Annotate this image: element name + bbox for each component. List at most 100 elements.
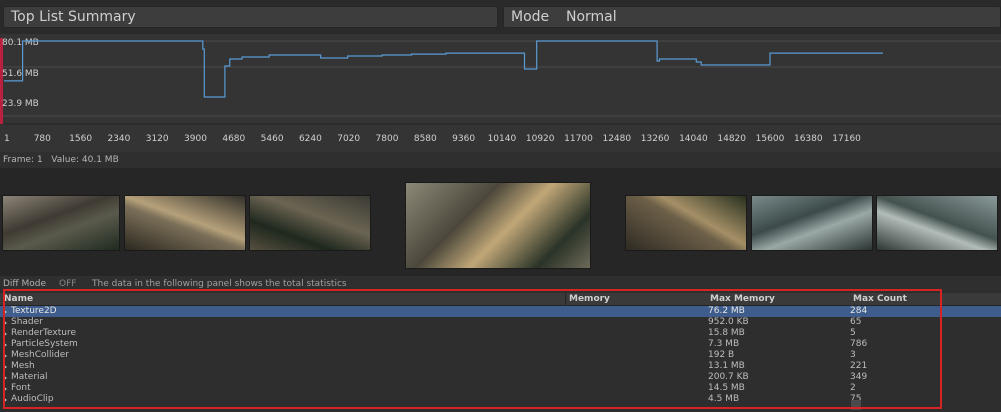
- row-max-memory: 952.0 KB: [708, 317, 749, 327]
- row-max-memory: 4.5 MB: [708, 394, 740, 404]
- mode-label: Mode: [511, 9, 550, 25]
- y-label-mid: 51.6 MB: [2, 69, 39, 79]
- row-name: Font: [11, 383, 31, 393]
- title-field[interactable]: Top List Summary: [3, 6, 498, 28]
- row-max-count: 786: [850, 339, 868, 349]
- row-max-memory: 192 B: [708, 350, 735, 360]
- row-max-memory: 15.8 MB: [708, 328, 745, 338]
- expand-arrow-icon[interactable]: [3, 364, 7, 370]
- column-header-max-count[interactable]: Max Count: [853, 293, 907, 305]
- column-header-name[interactable]: Name: [4, 293, 33, 305]
- screenshot-thumbnail[interactable]: [751, 195, 873, 251]
- column-header-memory[interactable]: Memory: [569, 293, 610, 305]
- x-tick-label: 15600: [756, 134, 785, 144]
- diff-mode-toggle[interactable]: OFF: [59, 279, 76, 289]
- row-max-count: 349: [850, 372, 868, 382]
- x-tick-label: 7020: [337, 134, 360, 144]
- expand-arrow-icon[interactable]: [3, 342, 7, 348]
- x-tick-label: 7800: [376, 134, 399, 144]
- row-max-count: 5: [850, 328, 856, 338]
- x-tick-label: 9360: [452, 134, 475, 144]
- memory-timeline-chart[interactable]: 80.1 MB 51.6 MB 23.9 MB 1 780 1560 2340 3120…: [0, 34, 1001, 152]
- y-label-min: 23.9 MB: [2, 99, 39, 109]
- mode-selector[interactable]: Mode Normal: [503, 6, 1001, 28]
- x-tick-label: 10920: [526, 134, 555, 144]
- row-name: MeshCollider: [11, 350, 69, 360]
- table-row[interactable]: Texture2D 76.2 MB 284: [0, 306, 1001, 317]
- row-name: Texture2D: [11, 306, 57, 316]
- x-axis-ticks: 1 780 1560 2340 3120 3900 4680 5460 6240 7020 7800…: [4, 134, 861, 144]
- table-row[interactable]: MeshCollider 192 B 3: [0, 350, 1001, 361]
- diff-note: The data in the following panel shows th…: [92, 279, 347, 289]
- x-tick-label: 4680: [222, 134, 245, 144]
- title-text: Top List Summary: [11, 9, 136, 25]
- table-row[interactable]: RenderTexture 15.8 MB 5: [0, 328, 1001, 339]
- row-max-memory: 13.1 MB: [708, 361, 745, 371]
- table-row[interactable]: Material 200.7 KB 349: [0, 372, 1001, 383]
- x-tick-label: 13260: [641, 134, 670, 144]
- expand-arrow-icon[interactable]: [3, 397, 7, 403]
- x-tick-label: 8580: [414, 134, 437, 144]
- screenshot-thumbnail[interactable]: [625, 195, 747, 251]
- frame-cursor[interactable]: [0, 38, 3, 124]
- x-tick-label: 3900: [184, 134, 207, 144]
- memory-series-line: [4, 40, 883, 98]
- table-header: Name Memory Max Memory Max Count: [0, 293, 1001, 306]
- mode-value: Normal: [566, 9, 617, 25]
- x-tick-label: 1560: [69, 134, 92, 144]
- x-tick-label: 6240: [299, 134, 322, 144]
- diff-mode-label: Diff Mode: [3, 279, 47, 289]
- x-tick-label: 10140: [488, 134, 517, 144]
- top-toolbar: Top List Summary Mode Normal: [0, 0, 1001, 34]
- frame-value: 1: [36, 155, 43, 165]
- row-max-memory: 76.2 MB: [708, 306, 745, 316]
- value-value: 40.1 MB: [81, 155, 119, 165]
- screenshot-thumbnail[interactable]: [124, 195, 246, 251]
- expand-arrow-icon[interactable]: [3, 309, 7, 315]
- x-tick-label: 11700: [564, 134, 593, 144]
- row-name: RenderTexture: [11, 328, 76, 338]
- row-max-memory: 200.7 KB: [708, 372, 749, 382]
- screenshot-thumbnail[interactable]: [249, 195, 371, 251]
- x-tick-label: 16380: [794, 134, 823, 144]
- x-tick-label: 3120: [146, 134, 169, 144]
- x-tick-label: 2340: [107, 134, 130, 144]
- expand-arrow-icon[interactable]: [3, 386, 7, 392]
- column-divider[interactable]: [565, 293, 566, 305]
- value-label: Value:: [51, 155, 80, 165]
- frame-info: Frame: 1 Value: 40.1 MB: [3, 155, 119, 165]
- x-tick-label: 780: [34, 134, 51, 144]
- screenshot-thumbnail[interactable]: [876, 195, 998, 251]
- screenshot-thumbnail[interactable]: [2, 195, 120, 251]
- row-max-count: 65: [850, 317, 862, 327]
- scrollbar-handle[interactable]: [851, 400, 861, 410]
- screenshot-thumbnail-selected[interactable]: [405, 182, 591, 269]
- x-tick-label: 14040: [679, 134, 708, 144]
- expand-arrow-icon[interactable]: [3, 353, 7, 359]
- table-row[interactable]: ParticleSystem 7.3 MB 786: [0, 339, 1001, 350]
- expand-arrow-icon[interactable]: [3, 320, 7, 326]
- row-max-count: 221: [850, 361, 868, 371]
- row-name: ParticleSystem: [11, 339, 78, 349]
- row-name: AudioClip: [11, 394, 54, 404]
- expand-arrow-icon[interactable]: [3, 375, 7, 381]
- summary-table: Name Memory Max Memory Max Count Texture…: [0, 290, 1001, 412]
- column-header-max-memory[interactable]: Max Memory: [710, 293, 775, 305]
- x-tick-label: 1: [4, 134, 10, 144]
- table-row[interactable]: Font 14.5 MB 2: [0, 383, 1001, 394]
- row-name: Material: [11, 372, 48, 382]
- row-max-count: 3: [850, 350, 856, 360]
- row-max-count: 284: [850, 306, 868, 316]
- frame-label: Frame:: [3, 155, 35, 165]
- table-row[interactable]: Shader 952.0 KB 65: [0, 317, 1001, 328]
- y-label-max: 80.1 MB: [2, 38, 39, 48]
- x-tick-label: 17160: [832, 134, 861, 144]
- expand-arrow-icon[interactable]: [3, 331, 7, 337]
- screenshot-strip: [0, 168, 1001, 276]
- row-max-count: 2: [850, 383, 856, 393]
- diff-mode-bar: Diff Mode OFF The data in the following …: [0, 278, 1001, 290]
- memory-line-chart[interactable]: 80.1 MB 51.6 MB 23.9 MB 1 780 1560 2340 3120…: [0, 34, 1001, 152]
- x-tick-label: 5460: [261, 134, 284, 144]
- row-name: Shader: [11, 317, 43, 327]
- table-row[interactable]: Mesh 13.1 MB 221: [0, 361, 1001, 372]
